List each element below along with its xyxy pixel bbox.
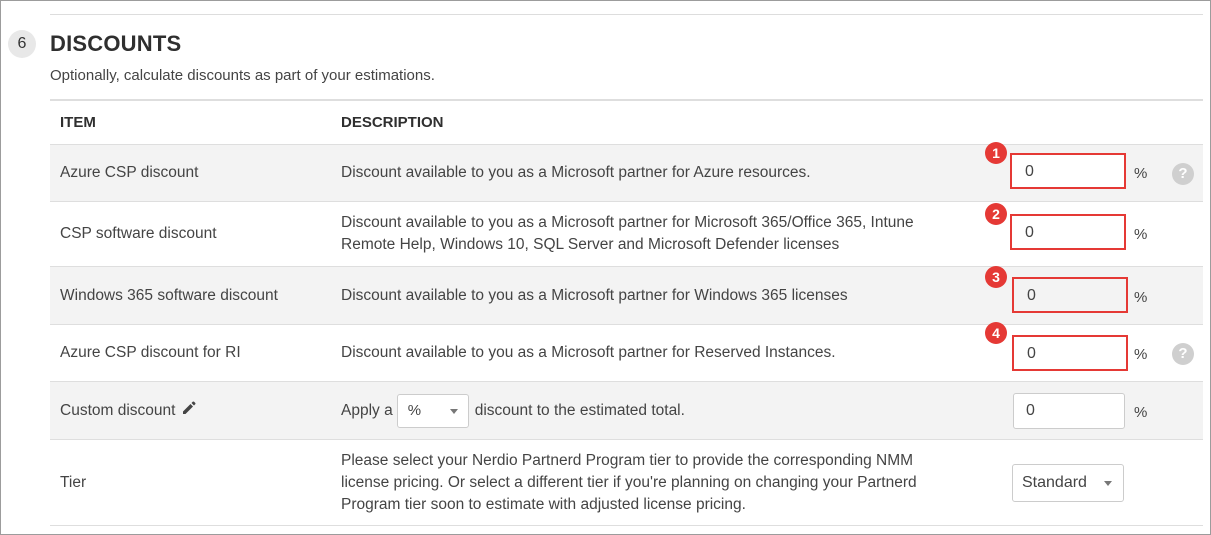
question-circle-icon[interactable]: ? [1172, 343, 1194, 365]
table-row: Azure CSP discount Discount available to… [50, 142, 1203, 201]
item-label: Windows 365 software discount [60, 286, 278, 304]
custom-discount-description: Apply a % discount to the estimated tota… [341, 382, 961, 439]
table-row: Custom discount Apply a % discount to th… [50, 381, 1203, 439]
item-description: Please select your Nerdio Partnerd Progr… [341, 451, 917, 513]
callout-marker-1: 1 [985, 142, 1007, 164]
azure-csp-ri-discount-input[interactable]: 0 [1012, 335, 1128, 371]
item-label: Azure CSP discount for RI [60, 344, 241, 361]
table-header-row: ITEM DESCRIPTION [50, 99, 1203, 144]
column-header-item: ITEM [60, 114, 96, 131]
discounts-table: ITEM DESCRIPTION Azure CSP discount Disc… [50, 99, 1203, 526]
windows-365-discount-input[interactable]: 0 [1012, 277, 1128, 313]
percent-unit: % [1134, 404, 1148, 421]
table-row: Windows 365 software discount Discount a… [50, 266, 1203, 324]
item-label: CSP software discount [60, 225, 217, 242]
csp-software-discount-input[interactable]: 0 [1010, 214, 1126, 250]
callout-marker-2: 2 [985, 203, 1007, 225]
table-row: Tier Please select your Nerdio Partnerd … [50, 439, 1203, 526]
azure-csp-discount-input[interactable]: 0 [1010, 153, 1126, 189]
desc-prefix: Apply a [341, 401, 393, 419]
column-header-description: DESCRIPTION [341, 113, 444, 131]
pencil-icon[interactable] [181, 400, 197, 421]
item-description: Discount available to you as a Microsoft… [341, 214, 914, 253]
item-description: Discount available to you as a Microsoft… [341, 286, 848, 304]
callout-marker-4: 4 [985, 322, 1007, 344]
chevron-down-icon [449, 408, 458, 414]
custom-discount-label-cell: Custom discount [60, 382, 197, 439]
question-circle-icon[interactable]: ? [1172, 163, 1194, 185]
item-description: Discount available to you as a Microsoft… [341, 164, 811, 181]
item-label: Azure CSP discount [60, 164, 199, 181]
tier-select-value: Standard [1022, 474, 1087, 491]
discount-type-value: % [407, 401, 422, 419]
discount-type-select[interactable]: % [396, 393, 469, 428]
section-title: DISCOUNTS [50, 31, 182, 56]
callout-marker-3: 3 [985, 266, 1007, 288]
item-label: Custom discount [60, 401, 176, 419]
step-number-badge: 6 [8, 30, 36, 58]
custom-discount-input[interactable]: 0 [1013, 393, 1125, 429]
table-row: Azure CSP discount for RI Discount avail… [50, 322, 1203, 381]
item-label: Tier [60, 473, 87, 491]
percent-unit: % [1134, 165, 1148, 182]
table-row: CSP software discount Discount available… [50, 201, 1203, 266]
chevron-down-icon [1104, 481, 1112, 486]
top-divider [50, 14, 1203, 15]
desc-suffix: discount to the estimated total. [474, 401, 685, 419]
percent-unit: % [1134, 226, 1148, 243]
section-subtitle: Optionally, calculate discounts as part … [50, 67, 435, 84]
percent-unit: % [1134, 346, 1148, 363]
percent-unit: % [1134, 289, 1148, 306]
item-description: Discount available to you as a Microsoft… [341, 344, 836, 361]
tier-select[interactable]: Standard [1012, 464, 1124, 502]
